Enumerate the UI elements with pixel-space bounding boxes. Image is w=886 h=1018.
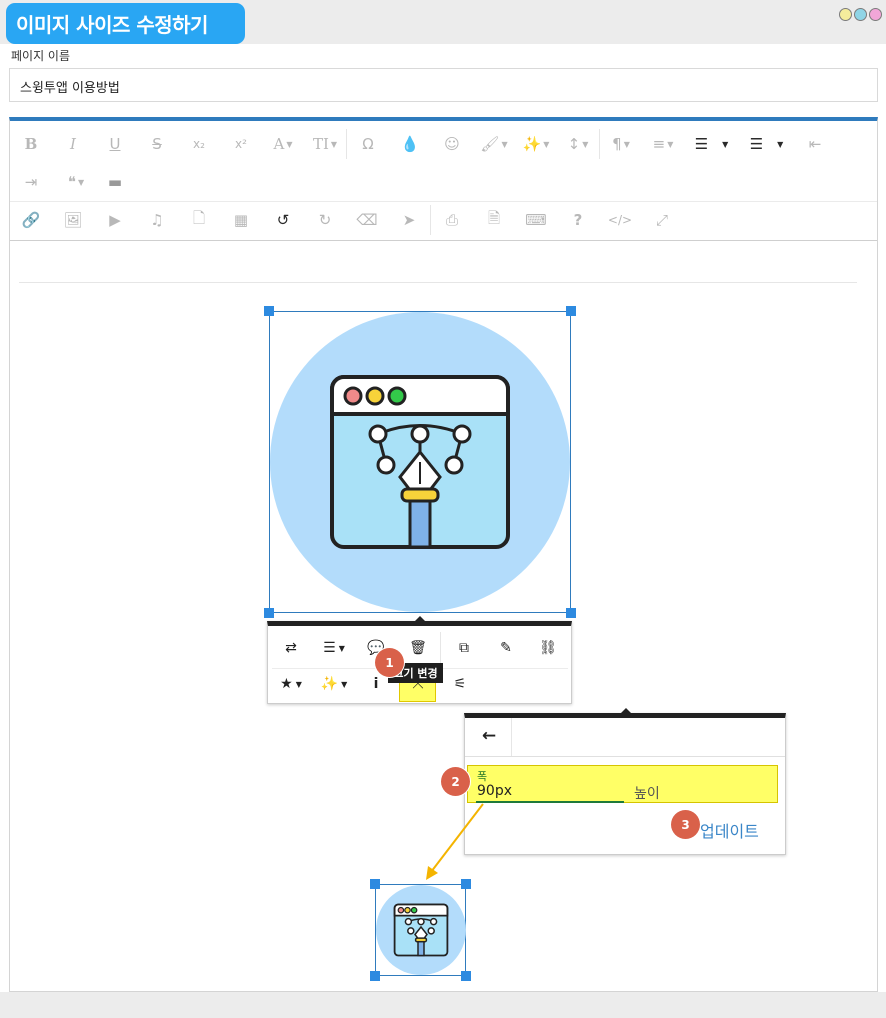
unlink-icon[interactable]: ⛓ [528, 632, 568, 664]
print-icon[interactable]: ⎙ [431, 205, 473, 235]
page-name-input[interactable]: 스윙투앱 이용방법 [9, 68, 878, 102]
content-top-line [19, 282, 857, 283]
advanced-icon[interactable]: ⚟ [440, 668, 480, 700]
toolbar-row-1: B I U S x₂ x² A ▼ TI ▼ Ω 💧 ☺ 🖌 ▼ ✨ ▼ ↕ ▼ ¶ ▼ ≡… [10, 129, 836, 159]
window-controls [839, 8, 882, 21]
rich-text-editor: B I U S x₂ x² A ▼ TI ▼ Ω 💧 ☺ 🖌 ▼ ✨ ▼ ↕ ▼ ¶ ▼ ≡… [9, 117, 878, 992]
window-dot-cyan[interactable] [854, 8, 867, 21]
editor-toolbar: B I U S x₂ x² A ▼ TI ▼ Ω 💧 ☺ 🖌 ▼ ✨ ▼ ↕ ▼ ¶ ▼ ≡… [10, 121, 877, 241]
line-height-icon[interactable]: ↕ ▼ [557, 129, 599, 159]
popover-arrow [415, 616, 425, 621]
page-title: 이미지 사이즈 수정하기 [6, 3, 245, 44]
paragraph-icon[interactable]: ¶ ▼ [600, 129, 642, 159]
toolbar-row-2: ⇥ ❝ ▼ ▬ [10, 167, 130, 197]
eraser-icon[interactable]: ⌫ [346, 205, 388, 235]
italic-icon[interactable]: I [52, 129, 94, 159]
pdf-icon[interactable]: 🗎 [473, 205, 515, 235]
outdent-icon[interactable]: ⇤ [794, 129, 836, 159]
update-button[interactable]: 업데이트 [700, 818, 759, 842]
resize-handle-nw[interactable] [264, 306, 274, 316]
link-icon[interactable]: 🔗 [10, 205, 52, 235]
indent-icon[interactable]: ⇥ [10, 167, 52, 197]
help-icon[interactable]: ? [557, 205, 599, 235]
width-input[interactable]: 90px [477, 783, 512, 799]
window-dot-pink[interactable] [869, 8, 882, 21]
ordered-list-icon[interactable]: ☰ ▼ [684, 129, 739, 159]
width-label: 폭 [477, 770, 488, 783]
underline-icon[interactable]: U [94, 129, 136, 159]
omega-icon[interactable]: Ω [347, 129, 389, 159]
selected-image[interactable] [264, 306, 576, 618]
replace-icon[interactable]: ⇄ [271, 632, 311, 664]
edit-link-icon[interactable]: ✎ [486, 632, 526, 664]
back-arrow-icon[interactable]: ← [469, 720, 509, 752]
align-icon[interactable]: ☰ ▼ [314, 632, 354, 664]
resize-handle-nw[interactable] [370, 879, 380, 889]
brush-icon[interactable]: 🖌 ▼ [473, 129, 515, 159]
step-badge-1: 1 [375, 648, 404, 677]
subscript-icon[interactable]: x₂ [178, 129, 220, 159]
page-name-label: 페이지 이름 [11, 49, 71, 63]
resized-image[interactable] [370, 879, 471, 981]
style-icon[interactable]: ★ ▼ [271, 668, 311, 700]
resize-handle-se[interactable] [566, 608, 576, 618]
popover-arrow [621, 708, 631, 713]
resize-handle-se[interactable] [461, 971, 471, 981]
redo-icon[interactable]: ↻ [304, 205, 346, 235]
table-icon[interactable]: ▦ [220, 205, 262, 235]
font-color-icon[interactable]: A ▼ [262, 129, 304, 159]
image-resize-popover: ← 폭 90px 높이 업데이트 [464, 708, 786, 855]
resize-handle-ne[interactable] [566, 306, 576, 316]
image-icon[interactable]: 🖼 [52, 205, 94, 235]
open-link-icon[interactable]: ⧉ [444, 632, 484, 664]
undo-icon[interactable]: ↺ [262, 205, 304, 235]
horizontal-rule-icon[interactable]: ▬ [100, 167, 130, 197]
popover-row-divider [465, 756, 785, 757]
video-icon[interactable]: ▶ [94, 205, 136, 235]
resize-handle-ne[interactable] [461, 879, 471, 889]
effects-icon[interactable]: ✨ ▼ [314, 668, 354, 700]
keyboard-icon[interactable]: ⌨ [515, 205, 557, 235]
design-tool-illustration-small-icon [376, 885, 466, 975]
popover-divider [440, 632, 441, 666]
font-size-icon[interactable]: TI ▼ [304, 129, 346, 159]
magic-wand-icon[interactable]: ✨ ▼ [515, 129, 557, 159]
step-badge-2: 2 [441, 767, 470, 796]
bold-icon[interactable]: B [10, 129, 52, 159]
file-icon[interactable]: 🗋 [178, 205, 220, 235]
quote-icon[interactable]: ❝ ▼ [52, 167, 100, 197]
resize-handle-sw[interactable] [370, 971, 380, 981]
resize-handle-sw[interactable] [264, 608, 274, 618]
height-input[interactable]: 높이 [634, 783, 660, 803]
pointer-icon[interactable]: ➤ [388, 205, 430, 235]
delete-icon[interactable]: 🗑 [398, 632, 438, 664]
width-input-underline [476, 801, 624, 803]
toolbar-row-divider [10, 201, 877, 202]
ink-drop-icon[interactable]: 💧 [389, 129, 431, 159]
superscript-icon[interactable]: x² [220, 129, 262, 159]
unordered-list-icon[interactable]: ☰ ▼ [739, 129, 794, 159]
size-fields-highlight: 폭 90px 높이 [467, 765, 778, 803]
strikethrough-icon[interactable]: S [136, 129, 178, 159]
toolbar-row-3: 🔗 🖼 ▶ ♫ 🗋 ▦ ↺ ↻ ⌫ ➤ ⎙ 🗎 ⌨ ? </> ⤢ [10, 205, 683, 235]
music-icon[interactable]: ♫ [136, 205, 178, 235]
smiley-icon[interactable]: ☺ [431, 129, 473, 159]
window-dot-yellow[interactable] [839, 8, 852, 21]
align-icon[interactable]: ≡ ▼ [642, 129, 684, 159]
design-tool-illustration-icon [270, 312, 570, 612]
popover-divider [511, 718, 512, 756]
step-badge-3: 3 [671, 810, 700, 839]
fullscreen-icon[interactable]: ⤢ [641, 205, 683, 235]
code-view-icon[interactable]: </> [599, 205, 641, 235]
